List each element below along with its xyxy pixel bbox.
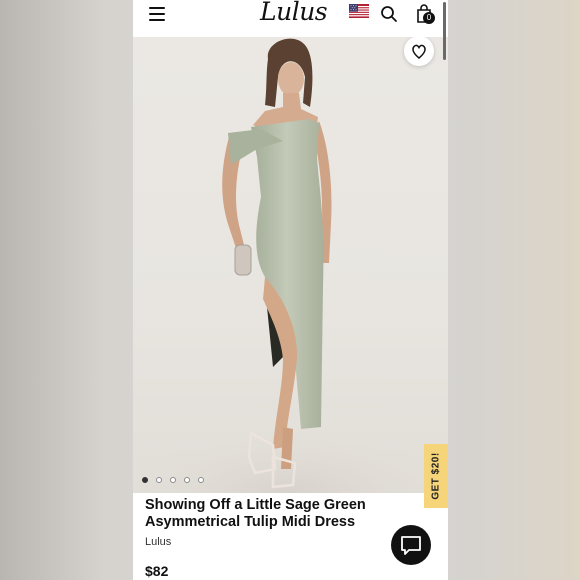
lulus-logo[interactable]: Lulus [260, 0, 328, 26]
wishlist-button[interactable] [404, 37, 434, 66]
promo-label: GET $20! [430, 452, 442, 500]
carousel-dot[interactable] [142, 477, 148, 483]
scrollbar[interactable] [443, 2, 446, 60]
search-icon[interactable] [380, 5, 398, 23]
product-title: Showing Off a Little Sage Green Asymmetr… [145, 497, 366, 530]
hamburger-icon[interactable] [149, 7, 165, 21]
site-header: Lulus 0 [133, 0, 448, 37]
heart-icon [412, 44, 426, 59]
carousel-dot[interactable] [170, 477, 176, 483]
product-price: $82 [145, 563, 169, 579]
model-photo [133, 38, 448, 493]
get-20-promo-tab[interactable]: GET $20! [424, 444, 448, 508]
product-image[interactable] [133, 37, 448, 493]
product-brand[interactable]: Lulus [145, 536, 171, 548]
us-flag-icon[interactable] [349, 4, 369, 18]
carousel-dot[interactable] [198, 477, 204, 483]
carousel-dot[interactable] [156, 477, 162, 483]
chat-button[interactable] [391, 525, 431, 565]
carousel-dot[interactable] [184, 477, 190, 483]
mobile-page: Lulus 0 GET $20! Showing Off a Little Sa… [133, 0, 448, 580]
cart-count-badge: 0 [423, 12, 435, 24]
chat-bubble-icon [401, 536, 421, 555]
